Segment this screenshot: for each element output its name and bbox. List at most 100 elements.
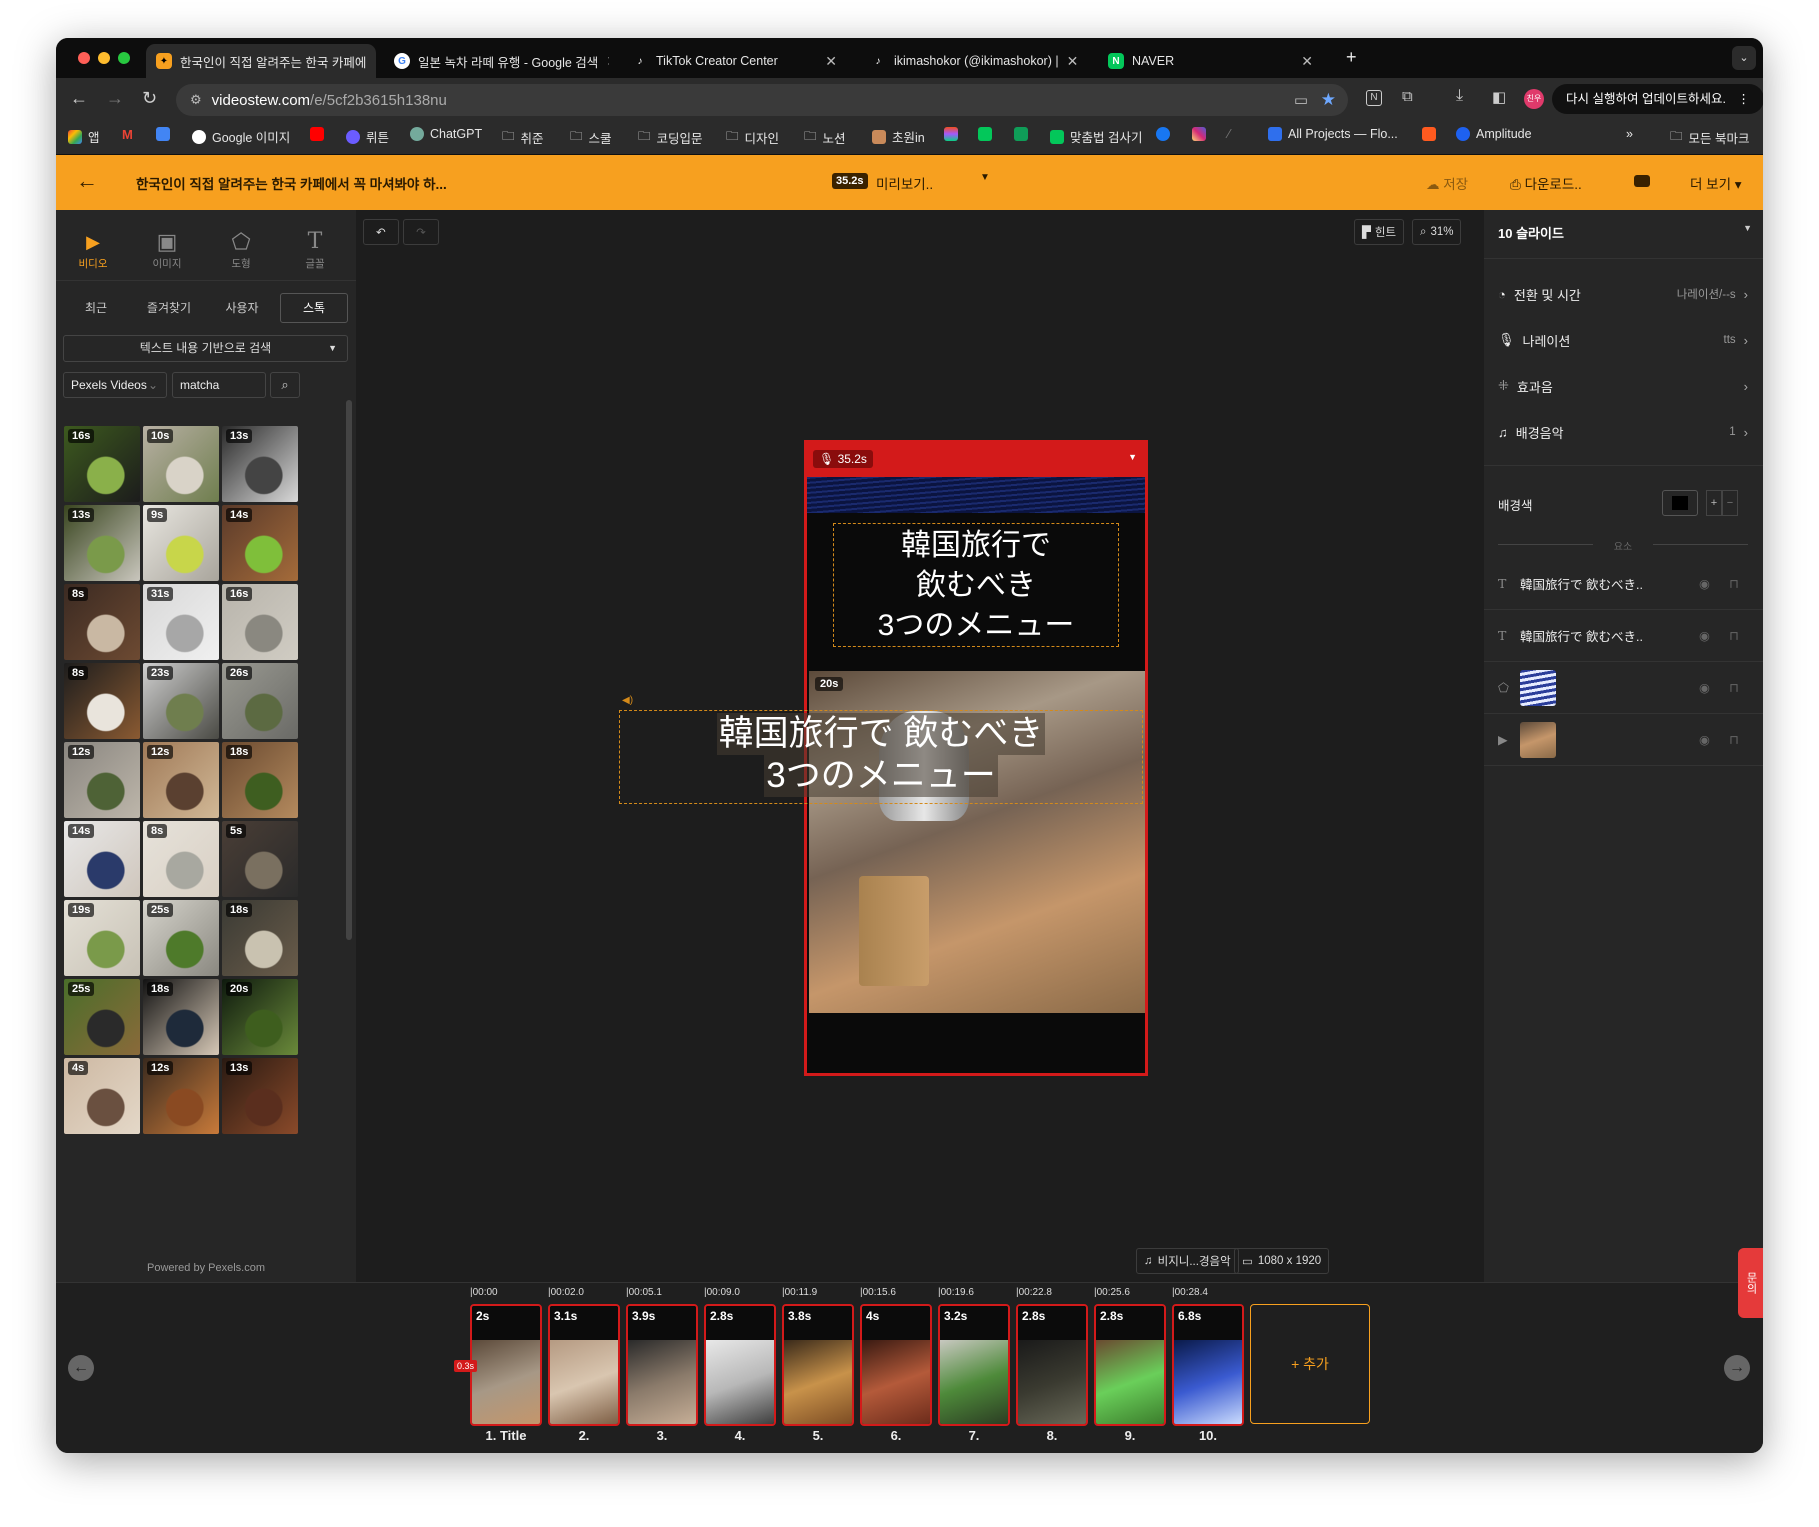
bookmark-flow[interactable]: All Projects — Flo... [1268, 127, 1398, 141]
bookmark-amplitude[interactable]: Amplitude [1456, 127, 1532, 141]
stock-video-thumbnail[interactable]: 14s [222, 505, 298, 581]
tab-tiktok[interactable]: ♪ TikTok Creator Center ✕ [622, 44, 847, 78]
bookmark-folder-notion[interactable]: 🗀 노션 [804, 127, 846, 148]
close-tab-icon[interactable]: ✕ [366, 53, 376, 70]
voice-header[interactable]: 🎙 35.2s ▼ [807, 443, 1145, 477]
stock-video-thumbnail[interactable]: 10s [143, 426, 219, 502]
visibility-eye-icon[interactable]: ◉ [1699, 732, 1710, 747]
timeline-slide-5[interactable]: 3.8s [782, 1304, 854, 1426]
stock-video-thumbnail[interactable]: 8s [64, 584, 140, 660]
narration-row[interactable]: 🎙 나레이션 tts › [1498, 329, 1748, 351]
tab-videostew[interactable]: ✦ 한국인이 직접 알려주는 한국 카페에✕ [146, 44, 376, 78]
bookmark-chatgpt[interactable]: ChatGPT [410, 127, 482, 141]
timeline-slide-8[interactable]: 2.8s [1016, 1304, 1088, 1426]
reload-icon[interactable]: ↻ [142, 88, 157, 109]
bookmark-folder-design[interactable]: 🗀 디자인 [726, 127, 779, 148]
bookmark-star-icon[interactable]: ★ [1321, 90, 1336, 110]
more-menu-button[interactable]: 더 보기 ▾ [1690, 173, 1742, 193]
timeline-slide-10[interactable]: 6.8s [1172, 1304, 1244, 1426]
bgm-row[interactable]: ♫ 배경음악 1 › [1498, 421, 1748, 443]
source-select[interactable]: Pexels Videos ⌄ [63, 372, 167, 398]
lock-icon[interactable]: ⊓ [1729, 576, 1739, 591]
bookmarks-overflow[interactable]: » [1626, 127, 1633, 141]
redo-button[interactable]: ↷ [403, 219, 439, 245]
tool-video[interactable]: ▶ 비디오 [56, 228, 130, 271]
cast-icon[interactable]: ▭ [1294, 91, 1308, 109]
stock-video-thumbnail[interactable]: 16s [222, 584, 298, 660]
bookmark-naver[interactable] [978, 127, 998, 141]
address-bar[interactable]: ⚙ videostew.com/e/5cf2b3615h138nu ▭ ★ [176, 84, 1348, 116]
bgm-button[interactable]: ♫ 비지니...경음악 [1136, 1248, 1239, 1274]
timeline-slide-9[interactable]: 2.8s [1094, 1304, 1166, 1426]
voice-dropdown-icon[interactable]: ▼ [1128, 452, 1137, 462]
bookmark-folder-jobs[interactable]: 🗀 취준 [502, 127, 544, 148]
stock-video-thumbnail[interactable]: 14s [64, 821, 140, 897]
layer-text-1[interactable]: T 韓国旅行で 飲むべき.. ◉ ⊓ [1484, 558, 1763, 610]
stock-video-thumbnail[interactable]: 12s [143, 742, 219, 818]
bookmark-slash[interactable]: ⁄ [1228, 127, 1230, 141]
bookmark-folder-coding[interactable]: 🗀 코딩입문 [638, 127, 703, 148]
stock-video-thumbnail[interactable]: 18s [222, 900, 298, 976]
timeline-slide-7[interactable]: 3.2s [938, 1304, 1010, 1426]
bookmark-apps[interactable]: 앱 [68, 127, 100, 146]
bookmark-spellcheck[interactable]: 맞춤법 검사기 [1050, 127, 1142, 146]
sfx-row[interactable]: ⁜ 효과음 › [1498, 375, 1748, 397]
stock-video-thumbnail[interactable]: 20s [222, 979, 298, 1055]
stock-video-thumbnail[interactable]: 8s [64, 663, 140, 739]
bookmark-gmail[interactable]: M [122, 127, 133, 142]
site-info-icon[interactable]: ⚙ [190, 92, 202, 108]
stock-video-thumbnail[interactable]: 23s [143, 663, 219, 739]
undo-button[interactable]: ↶ [363, 219, 399, 245]
new-tab-button[interactable]: + [1346, 47, 1357, 68]
stock-video-thumbnail[interactable]: 9s [143, 505, 219, 581]
update-button[interactable]: 다시 실행하여 업데이트하세요. ⋮ [1552, 84, 1763, 114]
bookmark-wrtn[interactable]: 뤼튼 [346, 127, 389, 146]
timeline-slide-4[interactable]: 2.8s [704, 1304, 776, 1426]
bookmark-calendar[interactable] [156, 127, 176, 141]
bookmark-h[interactable] [1422, 127, 1442, 141]
hint-button[interactable]: ▛ 힌트 [1354, 219, 1405, 245]
stock-video-thumbnail[interactable]: 26s [222, 663, 298, 739]
stock-video-thumbnail[interactable]: 19s [64, 900, 140, 976]
side-panel-icon[interactable]: ◧ [1492, 88, 1506, 106]
layer-text-2[interactable]: T 韓国旅行で 飲むべき.. ◉ ⊓ [1484, 610, 1763, 662]
timeline-prev-button[interactable]: ← [68, 1355, 94, 1381]
title-text-box[interactable]: 韓国旅行で 飲むべき 3つのメニュー [833, 523, 1119, 647]
all-bookmarks[interactable]: 🗀 모든 북마크 [1670, 127, 1750, 148]
stock-video-thumbnail[interactable]: 4s [64, 1058, 140, 1134]
stock-video-thumbnail[interactable]: 8s [143, 821, 219, 897]
close-window-button[interactable] [78, 52, 90, 64]
bookmark-facebook[interactable] [1156, 127, 1176, 141]
save-button[interactable]: ☁ 저장 [1426, 173, 1468, 193]
layer-shape[interactable]: ⬠ ◉ ⊓ [1484, 662, 1763, 714]
bookmark-youtube[interactable] [310, 127, 330, 141]
caption-text-box[interactable]: 韓国旅行で 飲むべき 3つのメニュー [619, 710, 1143, 804]
timeline-slide-6[interactable]: 4s [860, 1304, 932, 1426]
extensions-icon[interactable]: ⧉ [1402, 88, 1413, 105]
back-arrow-icon[interactable]: ← [76, 168, 98, 194]
subtab-favorites[interactable]: 즐겨찾기 [134, 293, 204, 323]
close-tab-icon[interactable]: ✕ [817, 53, 837, 70]
bookmark-chowon[interactable]: 초원in [872, 127, 925, 146]
close-tab-icon[interactable]: ✕ [1293, 53, 1313, 70]
visibility-eye-icon[interactable]: ◉ [1699, 680, 1710, 695]
preview-dropdown-icon[interactable]: ▼ [980, 172, 990, 183]
preview-button[interactable]: 미리보기.. [876, 173, 933, 193]
slides-count-dropdown[interactable]: 10 슬라이드 ▼ [1498, 223, 1752, 242]
stock-video-thumbnail[interactable]: 13s [222, 1058, 298, 1134]
search-button[interactable]: ⌕ [270, 372, 300, 398]
stock-video-thumbnail[interactable]: 12s [143, 1058, 219, 1134]
subtab-recent[interactable]: 최근 [66, 293, 126, 323]
subtab-user[interactable]: 사용자 [212, 293, 272, 323]
tab-search-button[interactable]: ⌄ [1732, 46, 1756, 70]
lock-icon[interactable]: ⊓ [1729, 680, 1739, 695]
transition-row[interactable]: ◔ 전환 및 시간 나레이션/--s › [1498, 283, 1748, 305]
bg-color-add-button[interactable]: + [1706, 490, 1722, 516]
tool-image[interactable]: ▣ 이미지 [130, 228, 204, 271]
zoom-control[interactable]: ⌕ 31% [1412, 219, 1462, 245]
minimize-window-button[interactable] [98, 52, 110, 64]
bookmark-folder-school[interactable]: 🗀 스쿨 [570, 127, 612, 148]
bookmark-google-images[interactable]: Google 이미지 [192, 127, 290, 146]
subtab-stock[interactable]: 스톡 [280, 293, 348, 323]
tool-font[interactable]: T 글꼴 [278, 228, 352, 271]
